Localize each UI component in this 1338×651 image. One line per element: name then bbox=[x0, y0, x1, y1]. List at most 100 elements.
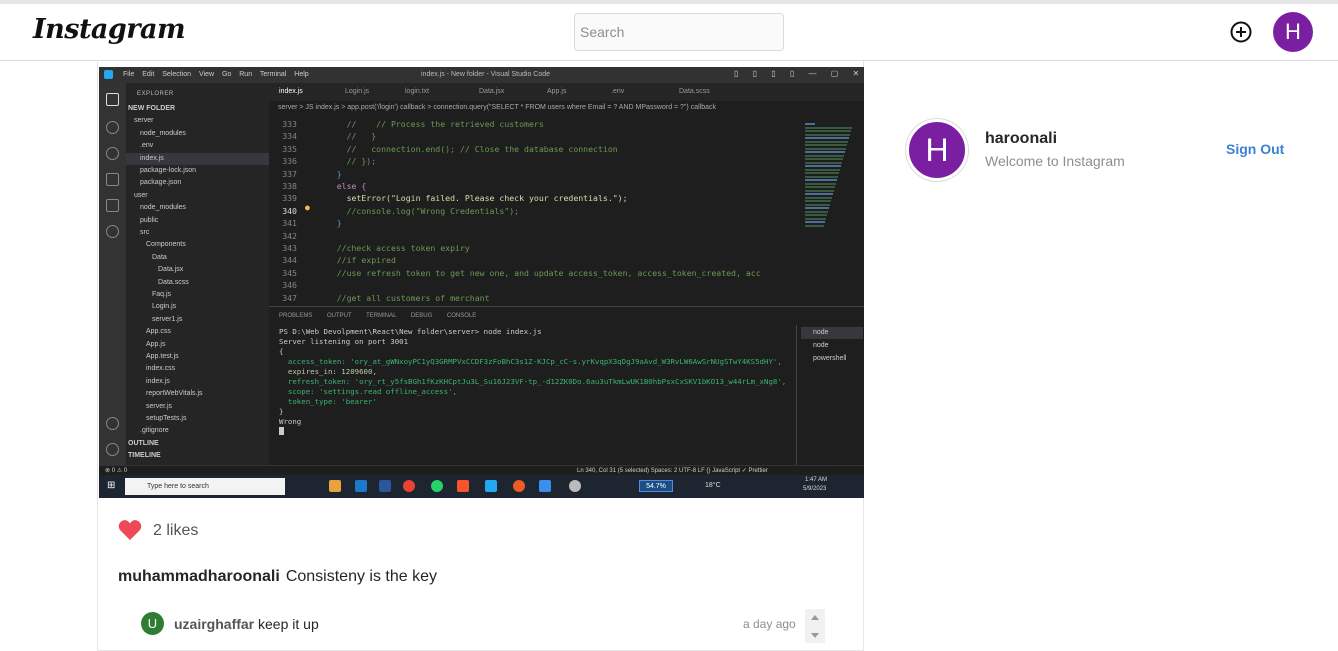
vscode-terminal-panel: PROBLEMS OUTPUT TERMINAL DEBUG CONSOLE P… bbox=[269, 306, 864, 465]
explorer-item: server1.js bbox=[152, 315, 183, 323]
comments-scrollbar[interactable] bbox=[805, 609, 825, 643]
editor-tab: Login.js bbox=[345, 88, 370, 95]
explorer-item: setupTests.js bbox=[146, 415, 187, 422]
whatsapp-icon bbox=[431, 480, 443, 492]
explorer-item: server bbox=[134, 117, 154, 125]
mail-icon bbox=[355, 480, 367, 492]
terminal-line: PS D:\Web Devolpment\React\New folder\se… bbox=[279, 327, 542, 336]
explorer-item: Faq.js bbox=[152, 291, 172, 298]
clock-date: 5/9/2023 bbox=[803, 486, 827, 492]
panel-tabs: PROBLEMS OUTPUT TERMINAL DEBUG CONSOLE bbox=[279, 313, 477, 319]
explorer-item: App.js bbox=[146, 340, 166, 348]
explorer-item: package.json bbox=[140, 179, 182, 187]
comment-body: keep it up bbox=[258, 616, 319, 632]
new-post-plus-icon[interactable] bbox=[1230, 21, 1252, 43]
windows-start-icon: ⊞ bbox=[107, 480, 116, 491]
explorer-item: Data.scss bbox=[158, 278, 189, 286]
terminal-line: } bbox=[279, 407, 284, 416]
window-controls-icon: ▯ ▯ ▯ ▯ — ▢ ✕ bbox=[734, 69, 860, 78]
terminal-line: scope: 'settings.read offline_access', bbox=[279, 387, 457, 396]
explorer-item: Data bbox=[152, 253, 167, 261]
lightbulb-icon: ● bbox=[305, 203, 310, 212]
terminal-line: expires_in: 1209600, bbox=[279, 367, 377, 376]
taskbar-search: Type here to search bbox=[125, 478, 285, 495]
comment-text: uzairghaffar keep it up bbox=[174, 616, 319, 632]
explorer-item: node_modules bbox=[140, 129, 186, 137]
explorer-item: Components bbox=[146, 241, 186, 249]
explorer-item: server.js bbox=[146, 402, 173, 410]
code-line: 337 } bbox=[282, 168, 342, 179]
code-line: 343 //check access token expiry bbox=[282, 243, 470, 253]
code-line: 338 else { bbox=[282, 181, 367, 191]
word-icon bbox=[379, 480, 391, 492]
explorer-item: index.css bbox=[146, 365, 176, 373]
explorer-item: NEW FOLDER bbox=[128, 105, 176, 112]
code-line: 347 //get all customers of merchant bbox=[282, 292, 490, 303]
explorer-item: App.test.js bbox=[146, 353, 179, 360]
search-input[interactable] bbox=[574, 13, 784, 51]
terminal-line: access_token: 'ory_at_gWNxoyPC1yQ3GRMPVx… bbox=[279, 357, 782, 366]
explorer-item: OUTLINE bbox=[128, 440, 159, 447]
post-caption: muhammadharoonali Consisteny is the key bbox=[118, 568, 437, 586]
explorer-item: reportWebVitals.js bbox=[146, 390, 203, 398]
profile-username: haroonali bbox=[985, 130, 1058, 147]
vscode-menu: File Edit Selection View Go Run Terminal… bbox=[123, 71, 309, 78]
vscode-tabs: index.js Login.js login.txt Data.jsx App.js.… bbox=[269, 83, 864, 101]
comment-avatar[interactable]: U bbox=[141, 612, 164, 635]
instagram-logo[interactable]: Instagram bbox=[33, 14, 186, 45]
code-line: 346 bbox=[282, 280, 297, 291]
header-avatar[interactable]: H bbox=[1273, 12, 1313, 52]
search-icon bbox=[106, 121, 119, 134]
explorer-item: .env bbox=[140, 142, 154, 150]
settings-taskbar-icon bbox=[569, 480, 581, 492]
lightning-icon bbox=[106, 225, 119, 238]
terminal-line: Server listening on port 3001 bbox=[279, 337, 409, 346]
editor-tab: Data.scss bbox=[679, 88, 710, 95]
code-line: 339 setError("Login failed. Please check… bbox=[282, 193, 628, 204]
source-control-icon bbox=[106, 147, 119, 160]
postman-icon bbox=[513, 480, 525, 492]
code-line: 341 } bbox=[282, 218, 342, 229]
explorer-item: .gitignore bbox=[140, 427, 169, 435]
profile-avatar[interactable]: H bbox=[906, 119, 968, 181]
scroll-up-arrow-icon[interactable] bbox=[811, 615, 819, 620]
post-card: File Edit Selection View Go Run Terminal… bbox=[97, 61, 864, 651]
explorer-item: Login.js bbox=[152, 303, 177, 311]
scroll-down-arrow-icon[interactable] bbox=[811, 633, 819, 638]
settings-gear-icon bbox=[106, 443, 119, 456]
explorer-heading: EXPLORER bbox=[137, 91, 174, 97]
explorer-item: package-lock.json bbox=[140, 167, 197, 174]
comment-username[interactable]: uzairghaffar bbox=[174, 616, 254, 632]
terminal-cursor bbox=[279, 427, 284, 435]
editor-tab: .env bbox=[611, 88, 625, 95]
terminal-line: { bbox=[279, 347, 284, 356]
terminal-session: node bbox=[801, 327, 863, 339]
code-line: 334 // } bbox=[282, 131, 377, 142]
code-line: 345 //use refresh token to get new one, … bbox=[282, 267, 761, 278]
like-heart-icon[interactable] bbox=[118, 519, 142, 541]
terminal-line: Wrong bbox=[279, 417, 302, 426]
caption-text: Consisteny is the key bbox=[285, 568, 437, 585]
terminal-line: refresh_token: 'ory_rt_y5fsBGh1fKzKHCptJ… bbox=[279, 377, 787, 386]
editor-tab: Data.jsx bbox=[479, 88, 505, 95]
vscode-minimap bbox=[799, 115, 859, 306]
editor-tab: login.txt bbox=[405, 88, 430, 95]
code-line: 344 //if expired bbox=[282, 255, 396, 266]
weather: 18°C bbox=[705, 482, 721, 489]
sign-out-button[interactable]: Sign Out bbox=[1226, 141, 1284, 157]
cpu-percent: 54.7% bbox=[639, 480, 673, 492]
status-info: Ln 340, Col 31 (5 selected) Spaces: 2 UT… bbox=[577, 468, 768, 474]
vscode-statusbar: ⊗ 0 ⚠ 0 Ln 340, Col 31 (5 selected) Spac… bbox=[99, 465, 864, 475]
vscode-window-title: index.js - New folder - Visual Studio Co… bbox=[421, 71, 551, 78]
terminal-session: powershell bbox=[813, 355, 847, 362]
explorer-item: node_modules bbox=[140, 204, 186, 212]
file-explorer-icon bbox=[329, 480, 341, 492]
azure-icon bbox=[539, 480, 551, 492]
vscode-explorer: EXPLORER NEW FOLDER server node_modules .en… bbox=[126, 83, 269, 465]
editor-tab: index.js bbox=[279, 88, 303, 95]
account-icon bbox=[106, 417, 119, 430]
caption-username[interactable]: muhammadharoonali bbox=[118, 568, 280, 585]
explorer-item: TIMELINE bbox=[128, 452, 161, 459]
explorer-item: public bbox=[140, 216, 159, 224]
comment-item: U uzairghaffar keep it up a day ago bbox=[141, 609, 826, 643]
